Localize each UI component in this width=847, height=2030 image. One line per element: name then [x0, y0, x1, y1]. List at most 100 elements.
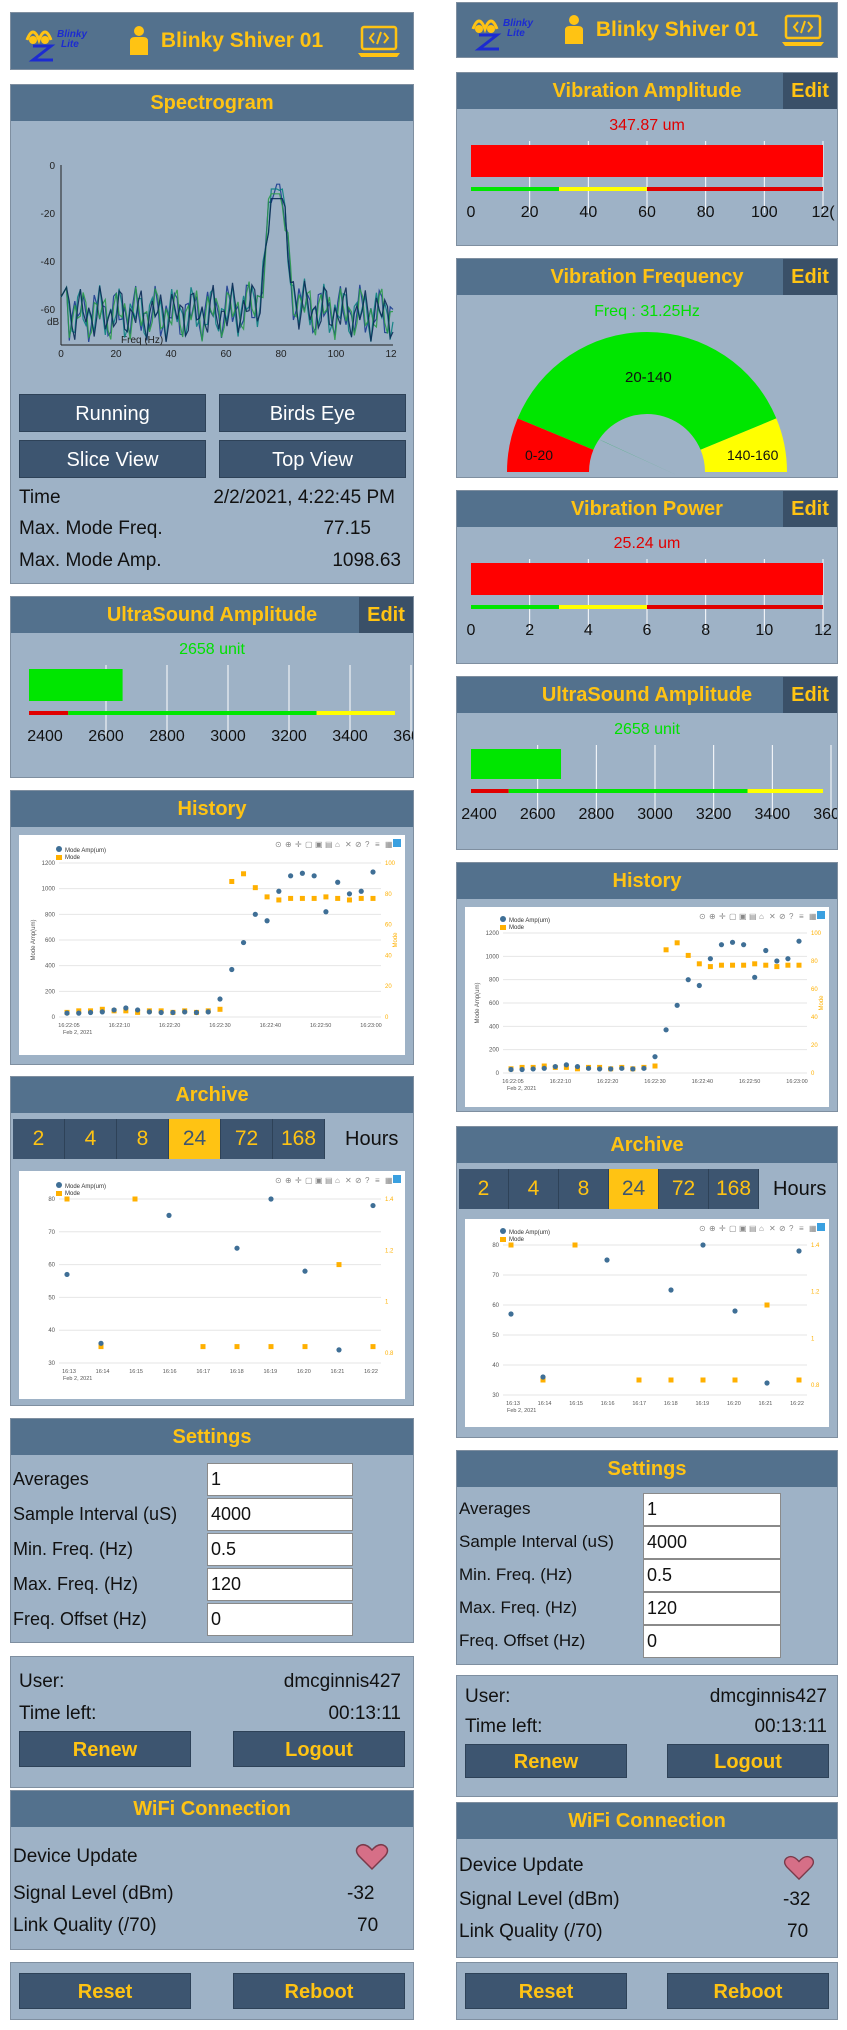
legend-amp-label: Mode Amp(um): [509, 918, 550, 924]
chart-y-left-label: Mode Amp(um): [475, 982, 481, 1023]
chart-toolbar-icon: ⊙: [699, 912, 706, 921]
heart-icon[interactable]: [355, 1843, 389, 1871]
top-view-button[interactable]: Top View: [219, 440, 406, 478]
amp-point: [763, 947, 769, 954]
chart-toolbar-icon: ?: [789, 912, 794, 921]
archive-tab-4h[interactable]: 4: [65, 1119, 117, 1159]
reset-button[interactable]: Reset: [465, 1973, 627, 2009]
reboot-button[interactable]: Reboot: [233, 1973, 405, 2009]
setting-label: Freq. Offset (Hz): [459, 1631, 586, 1650]
mode-point: [668, 1377, 674, 1383]
spectrogram-panel: Spectrogram 0 -20 -40 -60 0 20 40 60 80 100 12 dB Fr…: [10, 84, 414, 584]
ultrasound-edit-button[interactable]: Edit: [783, 677, 837, 713]
archive-tab-72h[interactable]: 72: [221, 1119, 273, 1159]
archive-tab-4h[interactable]: 4: [509, 1169, 559, 1209]
archive-tab-2h[interactable]: 2: [459, 1169, 509, 1209]
legend-amp-marker: [56, 1182, 62, 1188]
signal-value: -32: [783, 1889, 811, 1910]
archive-chart[interactable]: ⊙ ⊕ ✛ ▢ ▣ ▤ ⌂ ✕ ⊘? ≡ ▦ Mode Amp(um)Mode 30 40 50 60 70 80…: [19, 1171, 405, 1399]
setting-input[interactable]: 4000: [207, 1498, 353, 1531]
reboot-button[interactable]: Reboot: [667, 1973, 829, 2009]
vib-freq-edit-button[interactable]: Edit: [783, 259, 837, 295]
mode-point: [730, 962, 736, 968]
setting-label: Freq. Offset (Hz): [13, 1609, 147, 1629]
time-left-label: Time left:: [19, 1703, 97, 1724]
logout-button[interactable]: Logout: [233, 1731, 405, 1767]
vib-freq-title: Vibration Frequency Edit: [457, 259, 837, 295]
history-chart[interactable]: ⊙ ⊕ ✛ ▢ ▣ ▤ ⌂ ✕ ⊘? ≡ ▦Mode Amp(um)Mode020040060080…: [19, 835, 405, 1055]
chart-toolbar-icon: ?: [365, 840, 370, 849]
footer-panel: Reset Reboot: [456, 1962, 838, 2020]
code-laptop-icon[interactable]: [357, 24, 401, 58]
running-button[interactable]: Running: [19, 394, 206, 432]
setting-input[interactable]: 0: [643, 1625, 781, 1658]
mode-point: [323, 894, 329, 900]
settings-panel: Settings Averages 1 Sample Interval (uS) 40…: [456, 1450, 838, 1665]
chart-y-right-tick: 1.4: [811, 1243, 820, 1249]
spectrogram-x-tick: 80: [275, 349, 287, 360]
chart-x-tick: 16:15: [129, 1369, 143, 1375]
setting-input[interactable]: 0: [207, 1603, 353, 1636]
logout-button[interactable]: Logout: [667, 1744, 829, 1778]
amp-point: [732, 1308, 738, 1314]
archive-tab-168h[interactable]: 168: [709, 1169, 759, 1209]
chart-toolbar-icon: ⊘: [355, 840, 362, 849]
chart-toolbar-icon: ✛: [295, 840, 302, 849]
spectrogram-trace: [60, 188, 394, 342]
chart-y-right-tick: 40: [811, 1015, 818, 1021]
renew-button[interactable]: Renew: [19, 1731, 191, 1767]
archive-tab-8h[interactable]: 8: [559, 1169, 609, 1209]
chart-y-left-tick: 1000: [486, 954, 500, 960]
brand-logo[interactable]: Blinky Lite: [469, 9, 539, 51]
setting-input[interactable]: 0.5: [643, 1559, 781, 1592]
amp-point: [508, 1311, 514, 1317]
legend-mode-marker: [56, 1191, 62, 1196]
reset-button[interactable]: Reset: [19, 1973, 191, 2009]
archive-tab-2h[interactable]: 2: [13, 1119, 65, 1159]
code-laptop-icon[interactable]: [781, 13, 825, 47]
history-chart[interactable]: ⊙ ⊕ ✛ ▢ ▣ ▤ ⌂ ✕ ⊘? ≡ ▦Mode Amp(um)Mode020040060080…: [465, 907, 829, 1107]
archive-chart[interactable]: ⊙ ⊕ ✛ ▢ ▣ ▤ ⌂ ✕ ⊘? ≡ ▦ Mode Amp(um)Mode 30 40 50 60 70 80…: [465, 1219, 829, 1427]
archive-tab-24h[interactable]: 24: [169, 1119, 221, 1159]
amp-point: [288, 873, 294, 879]
vib-power-edit-button[interactable]: Edit: [783, 491, 837, 527]
max-freq-value: 77.15: [323, 518, 371, 539]
legend-amp-marker: [500, 916, 506, 922]
gauge-tick-label: 2600: [520, 806, 556, 823]
chart-y-left-tick: 1200: [486, 931, 500, 937]
mode-point: [370, 895, 376, 901]
chart-y-left-tick: 200: [489, 1048, 500, 1054]
slice-view-button[interactable]: Slice View: [19, 440, 206, 478]
spectrogram-chart[interactable]: 0 -20 -40 -60 0 20 40 60 80 100 12 dB Freq (Hz): [11, 125, 413, 365]
heart-icon[interactable]: [783, 1855, 815, 1881]
gauge-tick-label: 2600: [88, 728, 124, 745]
setting-input[interactable]: 120: [207, 1568, 353, 1601]
chart-toolbar-icon: ✕: [769, 1224, 776, 1233]
archive-tab-72h[interactable]: 72: [659, 1169, 709, 1209]
gauge-tick-label: 3400: [332, 728, 368, 745]
chart-x-sub: Feb 2, 2021: [507, 1408, 536, 1414]
dial-zone-label: 0-20: [525, 447, 553, 463]
setting-input[interactable]: 1: [207, 1463, 353, 1496]
archive-tab-8h[interactable]: 8: [117, 1119, 169, 1159]
vib-amp-edit-button[interactable]: Edit: [783, 73, 837, 109]
dial-zone-label: 20-140: [625, 369, 672, 386]
mode-point: [508, 1242, 514, 1248]
setting-input[interactable]: 0.5: [207, 1533, 353, 1566]
brand-logo[interactable]: Blinky Lite: [23, 20, 93, 62]
setting-input[interactable]: 4000: [643, 1526, 781, 1559]
setting-input[interactable]: 120: [643, 1592, 781, 1625]
archive-tab-168h[interactable]: 168: [273, 1119, 325, 1159]
amp-point: [302, 1268, 308, 1274]
amp-point: [299, 870, 305, 876]
renew-button[interactable]: Renew: [465, 1744, 627, 1778]
amp-point: [718, 942, 725, 948]
birds-eye-button[interactable]: Birds Eye: [219, 394, 406, 432]
gauge-tick-label: 2400: [461, 806, 497, 823]
legend-mode-marker: [500, 1237, 506, 1242]
setting-input[interactable]: 1: [643, 1493, 781, 1526]
chart-toolbar-icon: ▣: [739, 912, 747, 921]
chart-x-tick: 16:22:10: [550, 1079, 571, 1085]
archive-tab-24h[interactable]: 24: [609, 1169, 659, 1209]
ultrasound-edit-button[interactable]: Edit: [359, 597, 413, 633]
